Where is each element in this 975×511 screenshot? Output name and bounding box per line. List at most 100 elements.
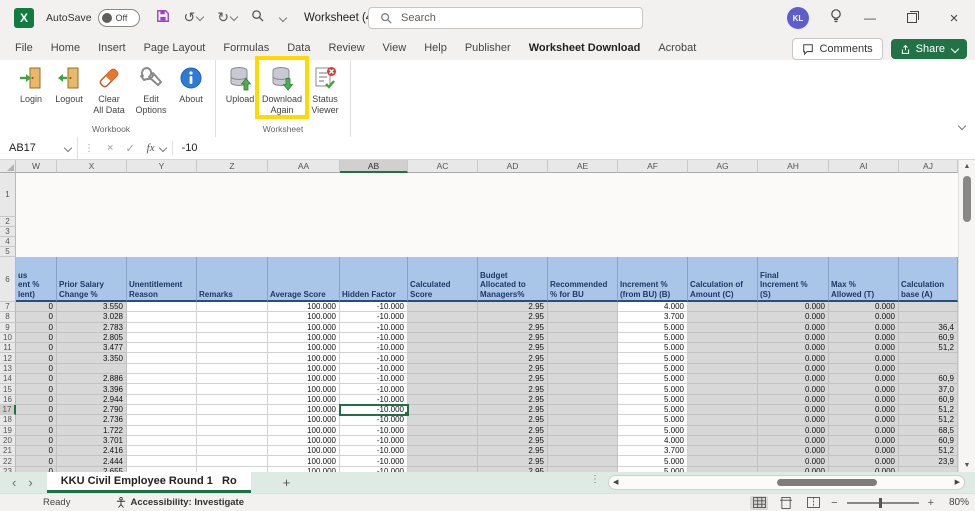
cell-X20[interactable]: 3.701 — [57, 436, 127, 446]
formula-bar-grip-icon[interactable]: ⋮ — [84, 143, 95, 154]
cell-X13[interactable] — [57, 364, 127, 374]
cell-W17[interactable]: 0 — [16, 405, 57, 415]
row-header-20[interactable]: 20 — [0, 436, 16, 446]
cell-AA10[interactable]: 100.000 — [268, 333, 340, 343]
cell-AH14[interactable]: 0.000 — [758, 374, 829, 384]
cell-AH16[interactable]: 0.000 — [758, 395, 829, 405]
cell-AJ16[interactable]: 60,9 — [899, 395, 958, 405]
cell-AG9[interactable] — [688, 323, 758, 333]
edit-options-button[interactable]: Edit Options — [130, 60, 172, 115]
cell-AA21[interactable]: 100.000 — [268, 446, 340, 456]
cell-W16[interactable]: 0 — [16, 395, 57, 405]
cell-AE9[interactable] — [548, 323, 618, 333]
row-header-18[interactable]: 18 — [0, 415, 16, 425]
row-header-12[interactable]: 12 — [0, 353, 16, 363]
cell-X6[interactable]: Prior Salary Change % — [57, 257, 127, 302]
cell-AA22[interactable]: 100.000 — [268, 456, 340, 466]
row-header-8[interactable]: 8 — [0, 312, 16, 322]
row-header-7[interactable]: 7 — [0, 302, 16, 312]
cell-W7[interactable]: 0 — [16, 302, 57, 312]
cell-AI8[interactable]: 0.000 — [829, 312, 899, 322]
cell-AF11[interactable]: 5.000 — [618, 343, 688, 353]
cell-AH12[interactable]: 0.000 — [758, 353, 829, 363]
cell-AF7[interactable]: 4.000 — [618, 302, 688, 312]
restore-button[interactable] — [891, 0, 933, 36]
cell-AF8[interactable]: 3.700 — [618, 312, 688, 322]
cell-AD16[interactable]: 2.95 — [478, 395, 548, 405]
cell-X18[interactable]: 2.736 — [57, 415, 127, 425]
cell-Y21[interactable] — [127, 446, 197, 456]
cell-W15[interactable]: 0 — [16, 384, 57, 394]
cell-AB10[interactable]: -10.000 — [340, 333, 408, 343]
cell-X17[interactable]: 2.790 — [57, 405, 127, 415]
cell-AC12[interactable] — [408, 353, 478, 363]
cell-AG18[interactable] — [688, 415, 758, 425]
cell-AC19[interactable] — [408, 426, 478, 436]
cell-Y19[interactable] — [127, 426, 197, 436]
cell-AJ10[interactable]: 60,9 — [899, 333, 958, 343]
about-button[interactable]: About — [172, 60, 210, 105]
column-header-AE[interactable]: AE — [548, 160, 618, 173]
cell-W6[interactable]: us ent % lent) — [16, 257, 57, 302]
cell-Y8[interactable] — [127, 312, 197, 322]
cell-Z17[interactable] — [197, 405, 268, 415]
cell-AI16[interactable]: 0.000 — [829, 395, 899, 405]
cell-AD8[interactable]: 2.95 — [478, 312, 548, 322]
row-header-3[interactable]: 3 — [0, 227, 16, 237]
scroll-down-arrow-icon[interactable]: ▼ — [959, 462, 975, 469]
cell-AF18[interactable]: 5.000 — [618, 415, 688, 425]
page-break-view-button[interactable] — [804, 496, 822, 510]
cell-AG13[interactable] — [688, 364, 758, 374]
row-header-19[interactable]: 19 — [0, 426, 16, 436]
cell-AF15[interactable]: 5.000 — [618, 384, 688, 394]
menu-item-file[interactable]: File — [6, 36, 42, 60]
cell-X21[interactable]: 2.416 — [57, 446, 127, 456]
cell-W22[interactable]: 0 — [16, 456, 57, 466]
cell-AG17[interactable] — [688, 405, 758, 415]
cell-AI14[interactable]: 0.000 — [829, 374, 899, 384]
vertical-scrollbar-thumb[interactable] — [963, 176, 971, 222]
menu-item-formulas[interactable]: Formulas — [214, 36, 278, 60]
confirm-entry-icon[interactable]: ✓ — [125, 142, 134, 155]
cell-AG15[interactable] — [688, 384, 758, 394]
cell-AD7[interactable]: 2.95 — [478, 302, 548, 312]
cell-AJ13[interactable] — [899, 364, 958, 374]
row-header-15[interactable]: 15 — [0, 384, 16, 394]
menu-item-publisher[interactable]: Publisher — [456, 36, 520, 60]
cell-AA9[interactable]: 100.000 — [268, 323, 340, 333]
cell-Y17[interactable] — [127, 405, 197, 415]
cell-AH15[interactable]: 0.000 — [758, 384, 829, 394]
column-header-AA[interactable]: AA — [268, 160, 340, 173]
row-header-6[interactable]: 6 — [0, 257, 16, 302]
share-button[interactable]: Share — [891, 39, 967, 59]
vertical-scrollbar[interactable]: ▲ ▼ — [958, 160, 975, 472]
cell-AE17[interactable] — [548, 405, 618, 415]
cell-AF10[interactable]: 5.000 — [618, 333, 688, 343]
cell-Z9[interactable] — [197, 323, 268, 333]
horizontal-scrollbar[interactable]: ◀ ▶ — [608, 475, 965, 490]
row-header-1[interactable]: 1 — [0, 173, 16, 217]
cell-AJ11[interactable]: 51,2 — [899, 343, 958, 353]
cell-AD20[interactable]: 2.95 — [478, 436, 548, 446]
cell-Y18[interactable] — [127, 415, 197, 425]
cell-AH11[interactable]: 0.000 — [758, 343, 829, 353]
select-all-corner[interactable] — [0, 160, 16, 173]
row-header-10[interactable]: 10 — [0, 333, 16, 343]
cell-X8[interactable]: 3.028 — [57, 312, 127, 322]
column-header-AB[interactable]: AB — [340, 160, 408, 173]
cell-AG22[interactable] — [688, 456, 758, 466]
cell-AF13[interactable]: 5.000 — [618, 364, 688, 374]
redo-button[interactable]: ↻ — [217, 9, 237, 27]
cell-AE13[interactable] — [548, 364, 618, 374]
cell-AF17[interactable]: 5.000 — [618, 405, 688, 415]
cell-Z21[interactable] — [197, 446, 268, 456]
cell-AB19[interactable]: -10.000 — [340, 426, 408, 436]
cell-AE22[interactable] — [548, 456, 618, 466]
menu-item-view[interactable]: View — [374, 36, 416, 60]
cell-AB13[interactable]: -10.000 — [340, 364, 408, 374]
cell-AC20[interactable] — [408, 436, 478, 446]
cell-AG11[interactable] — [688, 343, 758, 353]
qat-customize-chevron-icon[interactable] — [279, 14, 287, 22]
cell-AH19[interactable]: 0.000 — [758, 426, 829, 436]
cell-X7[interactable]: 3.550 — [57, 302, 127, 312]
